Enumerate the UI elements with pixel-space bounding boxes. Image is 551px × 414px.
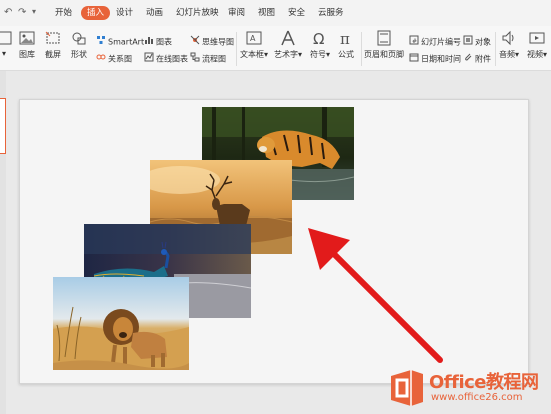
tab-slideshow[interactable]: 幻灯片放映 — [176, 6, 219, 20]
svg-text:#: # — [412, 38, 417, 45]
video-icon — [529, 32, 545, 44]
slide-number-icon: # — [409, 35, 419, 49]
ribbon-insert: ▾ 图库 截屏 形状 SmartArt 图表 思维导图 关系图 在线图表 流程图… — [0, 26, 551, 71]
formula-button[interactable]: π 公式 — [334, 30, 358, 60]
watermark: Office教程网 www.office26.com — [385, 362, 551, 414]
mindmap-icon — [190, 35, 200, 49]
lion-image — [53, 277, 189, 370]
datetime-button[interactable]: 日期和时间 — [409, 52, 461, 64]
red-arrow-icon — [308, 228, 443, 363]
tab-insert[interactable]: 插入 — [81, 6, 111, 20]
flowchart-label: 流程图 — [202, 54, 226, 64]
header-footer-button[interactable]: 页眉和页脚 — [363, 30, 405, 60]
wordart-label: 艺术字▾ — [273, 50, 302, 59]
slide-number-label: 幻灯片编号 — [421, 37, 461, 47]
paperclip-icon — [463, 52, 473, 66]
mindmap-label: 思维导图 — [202, 37, 234, 47]
smartart-icon — [96, 35, 106, 49]
tab-review[interactable]: 审阅 — [228, 6, 245, 20]
redo-icon[interactable]: ↷ — [18, 7, 26, 18]
object-button[interactable]: 对象 — [463, 35, 491, 47]
slide-thumbnail-selected[interactable] — [0, 98, 6, 154]
speaker-icon — [502, 30, 514, 46]
pi-icon: π — [340, 30, 350, 46]
chart-button[interactable]: 图表 — [144, 35, 172, 47]
video-button[interactable]: 视频▾ — [525, 30, 549, 60]
mindmap-button[interactable]: 思维导图 — [190, 35, 234, 47]
textbox-icon: A — [246, 31, 262, 45]
symbol-button[interactable]: Ω 符号▾ — [308, 30, 332, 60]
screenshot-button[interactable]: 截屏 — [40, 30, 66, 60]
slide-number-button[interactable]: # 幻灯片编号 — [409, 35, 461, 47]
relation-label: 关系图 — [108, 54, 132, 64]
textbox-button[interactable]: A 文本框▾ — [238, 30, 270, 60]
chart-label: 图表 — [156, 37, 172, 47]
gallery-button[interactable]: 图库 — [12, 30, 42, 60]
gallery-label: 图库 — [19, 50, 35, 59]
watermark-url: www.office26.com — [431, 392, 523, 403]
video-label: 视频▾ — [526, 50, 547, 59]
tab-view[interactable]: 视图 — [258, 6, 275, 20]
customize-qat-icon[interactable]: ▾ — [32, 7, 36, 16]
undo-icon[interactable]: ↶ — [4, 7, 12, 18]
chart-icon — [144, 35, 154, 49]
ribbon-divider — [236, 32, 237, 66]
attachment-label: 附件 — [475, 54, 491, 64]
watermark-title: Office教程网 — [429, 372, 539, 393]
shapes-label: 形状 — [71, 50, 87, 59]
shapes-button[interactable]: 形状 — [66, 30, 92, 60]
shapes-icon — [72, 32, 86, 45]
tab-design[interactable]: 设计 — [116, 6, 133, 20]
online-chart-icon — [144, 52, 154, 66]
textbox-label: 文本框▾ — [239, 50, 268, 59]
attachment-button[interactable]: 附件 — [463, 52, 491, 64]
picture-icon — [0, 31, 12, 45]
object-icon — [463, 35, 473, 49]
audio-label: 音频▾ — [498, 50, 519, 59]
flowchart-icon — [190, 52, 200, 66]
svg-text:A: A — [250, 34, 256, 43]
wordart-icon — [281, 30, 295, 46]
online-chart-label: 在线图表 — [156, 54, 188, 64]
svg-text:π: π — [340, 30, 350, 46]
wordart-button[interactable]: 艺术字▾ — [272, 30, 304, 60]
tab-home[interactable]: 开始 — [55, 6, 72, 20]
online-chart-button[interactable]: 在线图表 — [144, 52, 188, 64]
formula-label: 公式 — [338, 50, 354, 59]
screenshot-label: 截屏 — [45, 50, 61, 59]
datetime-label: 日期和时间 — [421, 54, 461, 64]
relation-button[interactable]: 关系图 — [96, 52, 132, 64]
object-label: 对象 — [475, 37, 491, 47]
slide-canvas[interactable] — [19, 99, 529, 384]
gallery-icon — [19, 31, 35, 45]
screenshot-icon — [45, 31, 60, 44]
tab-animation[interactable]: 动画 — [146, 6, 163, 20]
tab-security[interactable]: 安全 — [288, 6, 305, 20]
menu-bar: ↶ ↷ ▾ 开始 插入 设计 动画 幻灯片放映 审阅 视图 安全 云服务 — [0, 0, 551, 26]
office-logo-icon — [391, 370, 423, 406]
omega-icon: Ω — [313, 30, 324, 46]
header-footer-icon — [377, 30, 391, 46]
flowchart-button[interactable]: 流程图 — [190, 52, 226, 64]
smartart-button[interactable]: SmartArt — [96, 35, 144, 47]
smartart-label: SmartArt — [108, 37, 145, 47]
audio-button[interactable]: 音频▾ — [497, 30, 521, 60]
lion-photo[interactable] — [53, 277, 189, 370]
header-footer-label: 页眉和页脚 — [364, 50, 404, 59]
ribbon-divider — [361, 32, 362, 66]
svg-text:Ω: Ω — [313, 30, 324, 46]
symbol-label: 符号▾ — [309, 50, 330, 59]
calendar-icon — [409, 52, 419, 66]
tab-cloud[interactable]: 云服务 — [318, 6, 344, 20]
relation-icon — [96, 52, 106, 66]
ribbon-divider — [495, 32, 496, 66]
